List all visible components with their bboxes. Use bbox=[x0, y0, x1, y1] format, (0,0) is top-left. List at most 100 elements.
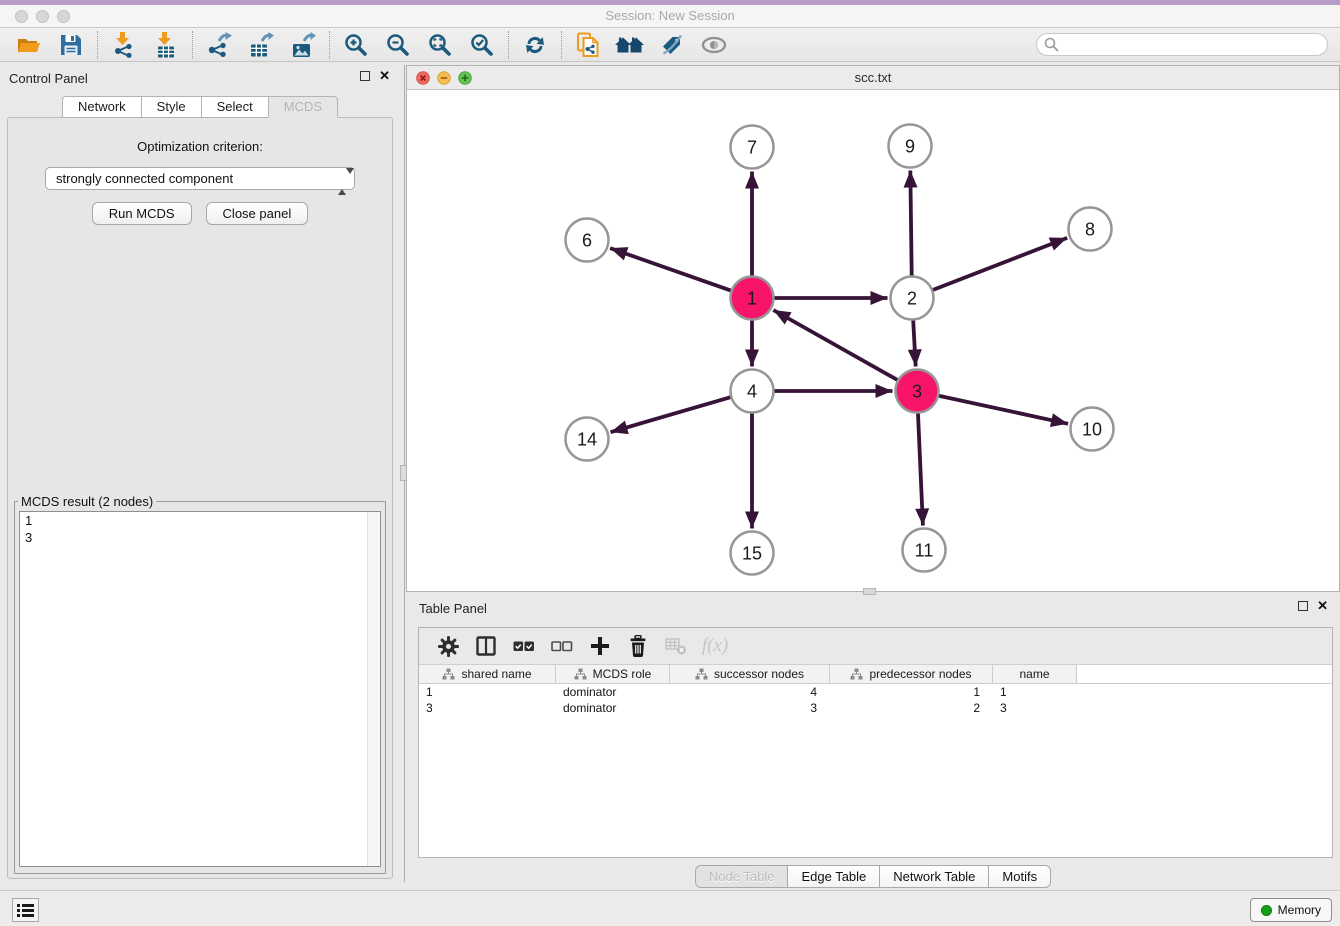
task-history-button[interactable] bbox=[12, 898, 39, 922]
network-window-titlebar[interactable]: scc.txt bbox=[407, 66, 1339, 90]
trash-icon bbox=[628, 635, 648, 657]
mcds-result-list[interactable]: 13 bbox=[19, 511, 381, 867]
export-network-button[interactable] bbox=[198, 30, 240, 60]
column-header-shared-name[interactable]: shared name bbox=[419, 665, 556, 683]
copy-network-icon bbox=[575, 32, 601, 58]
table-cell[interactable]: 3 bbox=[419, 700, 556, 716]
network-graph: 1234678910111415 bbox=[407, 90, 1339, 591]
table-cell[interactable]: 3 bbox=[993, 700, 1077, 716]
run-mcds-button[interactable]: Run MCDS bbox=[92, 202, 192, 225]
table-cell[interactable]: 3 bbox=[670, 700, 830, 716]
table-cell[interactable]: dominator bbox=[556, 700, 670, 716]
tab-network-table[interactable]: Network Table bbox=[879, 865, 988, 888]
show-columns-button[interactable] bbox=[469, 631, 503, 661]
table-body: 1dominator4113dominator323 bbox=[419, 684, 1332, 716]
graph-edge-3-1[interactable] bbox=[773, 310, 899, 381]
close-panel-icon[interactable]: ✕ bbox=[379, 71, 390, 81]
toolbar-separator bbox=[97, 31, 98, 59]
add-row-button[interactable] bbox=[583, 631, 617, 661]
refresh-button[interactable] bbox=[514, 30, 556, 60]
zoom-fit-button[interactable] bbox=[419, 30, 461, 60]
graph-node-label: 8 bbox=[1085, 219, 1095, 239]
table-cell[interactable]: 2 bbox=[830, 700, 993, 716]
hide-labels-button[interactable] bbox=[651, 30, 693, 60]
refresh-icon bbox=[523, 33, 547, 57]
close-panel-button[interactable]: Close panel bbox=[206, 202, 309, 225]
attribute-icon bbox=[850, 668, 863, 680]
tab-select[interactable]: Select bbox=[201, 96, 268, 118]
graph-node-label: 10 bbox=[1082, 419, 1102, 439]
toolbar-separator bbox=[192, 31, 193, 59]
column-header-name[interactable]: name bbox=[993, 665, 1077, 683]
minimize-network-icon[interactable] bbox=[437, 71, 451, 85]
graph-edge-1-6[interactable] bbox=[610, 248, 733, 291]
mcds-result-fieldset: MCDS result (2 nodes) 13 bbox=[14, 494, 386, 874]
zoom-out-button[interactable] bbox=[377, 30, 419, 60]
close-network-icon[interactable] bbox=[416, 71, 430, 85]
table-header-row: shared name MCDS role successor nodes pr… bbox=[419, 665, 1332, 684]
graph-edge-3-10[interactable] bbox=[937, 395, 1068, 423]
graph-edge-2-3[interactable] bbox=[913, 318, 916, 366]
columns-icon bbox=[476, 636, 496, 656]
show-graphics-button[interactable] bbox=[693, 30, 735, 60]
graph-edge-2-9[interactable] bbox=[910, 170, 911, 277]
network-canvas[interactable]: 1234678910111415 bbox=[407, 90, 1339, 591]
table-cell[interactable]: dominator bbox=[556, 684, 670, 700]
delete-table-button[interactable] bbox=[659, 631, 693, 661]
result-scrollbar[interactable] bbox=[367, 512, 380, 866]
tab-mcds[interactable]: MCDS bbox=[268, 96, 338, 118]
table-settings-button[interactable] bbox=[431, 631, 465, 661]
copy-network-button[interactable] bbox=[567, 30, 609, 60]
table-cell[interactable]: 1 bbox=[830, 684, 993, 700]
select-stepper-icon bbox=[338, 171, 349, 187]
graph-node-label: 2 bbox=[907, 288, 917, 308]
graph-node-label: 9 bbox=[905, 136, 915, 156]
save-icon bbox=[59, 33, 83, 57]
attribute-icon bbox=[695, 668, 708, 680]
float-panel-icon[interactable] bbox=[360, 71, 370, 81]
export-table-button[interactable] bbox=[240, 30, 282, 60]
unselect-all-button[interactable] bbox=[545, 631, 579, 661]
table-panel-title: Table Panel bbox=[419, 601, 487, 616]
graph-edge-3-11[interactable] bbox=[918, 411, 923, 525]
horizontal-splitter-grip[interactable] bbox=[863, 588, 876, 595]
tab-network[interactable]: Network bbox=[62, 96, 141, 118]
table-cell[interactable]: 1 bbox=[993, 684, 1077, 700]
zoom-in-button[interactable] bbox=[335, 30, 377, 60]
function-builder-button[interactable]: f(x) bbox=[697, 631, 731, 661]
memory-button[interactable]: Memory bbox=[1250, 898, 1332, 922]
zoom-selected-icon bbox=[470, 33, 494, 57]
column-header-predecessor-nodes[interactable]: predecessor nodes bbox=[830, 665, 993, 683]
import-table-button[interactable] bbox=[145, 30, 187, 60]
graph-edge-2-8[interactable] bbox=[931, 238, 1067, 291]
open-session-button[interactable] bbox=[8, 30, 50, 60]
tab-motifs[interactable]: Motifs bbox=[988, 865, 1051, 888]
tab-edge-table[interactable]: Edge Table bbox=[787, 865, 879, 888]
search-input[interactable] bbox=[1036, 33, 1328, 56]
tab-style[interactable]: Style bbox=[141, 96, 201, 118]
delete-row-button[interactable] bbox=[621, 631, 655, 661]
close-table-panel-icon[interactable]: ✕ bbox=[1317, 601, 1328, 611]
column-header-mcds-role[interactable]: MCDS role bbox=[556, 665, 670, 683]
select-all-button[interactable] bbox=[507, 631, 541, 661]
export-image-button[interactable] bbox=[282, 30, 324, 60]
zoom-selected-button[interactable] bbox=[461, 30, 503, 60]
network-window: scc.txt 1234678910111415 bbox=[406, 65, 1340, 592]
float-table-panel-icon[interactable] bbox=[1298, 601, 1308, 611]
table-cell[interactable]: 4 bbox=[670, 684, 830, 700]
gear-icon bbox=[438, 636, 459, 657]
table-cell[interactable]: 1 bbox=[419, 684, 556, 700]
graph-node-label: 3 bbox=[912, 381, 922, 401]
tab-node-table[interactable]: Node Table bbox=[695, 865, 788, 888]
graph-edge-4-14[interactable] bbox=[611, 397, 733, 432]
maximize-network-icon[interactable] bbox=[458, 71, 472, 85]
graph-node-label: 4 bbox=[747, 381, 757, 401]
window-title: Session: New Session bbox=[0, 5, 1340, 28]
criterion-select[interactable]: strongly connected component bbox=[45, 167, 355, 190]
import-network-button[interactable] bbox=[103, 30, 145, 60]
save-session-button[interactable] bbox=[50, 30, 92, 60]
zoom-in-icon bbox=[344, 33, 368, 57]
column-header-successor-nodes[interactable]: successor nodes bbox=[670, 665, 830, 683]
mcds-result-title: MCDS result (2 nodes) bbox=[18, 494, 156, 509]
home-button[interactable] bbox=[609, 30, 651, 60]
